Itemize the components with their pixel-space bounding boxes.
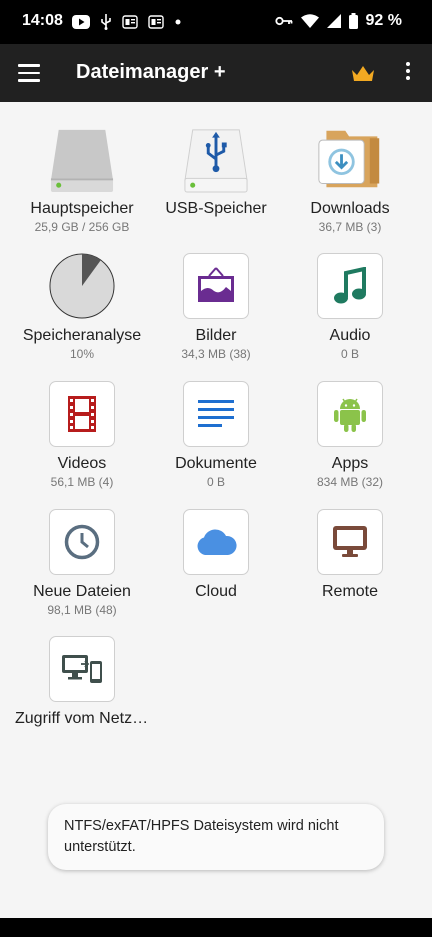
tile-sublabel: 56,1 MB (4) [50, 475, 114, 489]
tile-label: Apps [331, 455, 369, 472]
tile-sublabel: 10% [69, 347, 95, 361]
pc-to-phone-icon [49, 636, 115, 702]
tile-label: Videos [57, 455, 107, 472]
app-bar: Dateimanager + [0, 44, 432, 102]
tile-sublabel: 36,7 MB (3) [318, 220, 382, 234]
tile-sublabel: 25,9 GB / 256 GB [34, 220, 130, 234]
youtube-icon [72, 15, 90, 29]
pie-chart-icon [49, 253, 115, 319]
tile-sublabel [15, 730, 149, 745]
tile-usb-storage[interactable]: USB-Speicher [149, 126, 283, 235]
tile-recent-files[interactable]: Neue Dateien 98,1 MB (48) [15, 509, 149, 618]
crown-icon[interactable] [350, 62, 376, 84]
tile-audio[interactable]: Audio 0 B [283, 253, 417, 362]
overflow-menu-button[interactable] [400, 62, 416, 84]
tile-label: Hauptspeicher [30, 200, 134, 217]
system-icons: 92 % [274, 12, 402, 30]
status-bar: 14:08 92 % [0, 0, 432, 44]
downloads-folder-icon [317, 126, 383, 192]
tile-network-access[interactable]: Zugriff vom Netzwerk [15, 636, 149, 745]
tile-remote[interactable]: Remote [283, 509, 417, 618]
battery-icon [348, 13, 358, 29]
usb-drive-icon [183, 126, 249, 193]
document-lines-icon [183, 381, 249, 447]
film-strip-icon [49, 381, 115, 447]
wifi-icon [300, 14, 319, 28]
tile-label: Dokumente [175, 455, 257, 472]
signal-icon [326, 14, 341, 28]
usb-icon [101, 14, 111, 30]
tile-downloads[interactable]: Downloads 36,7 MB (3) [283, 126, 417, 235]
tile-sublabel [149, 220, 283, 235]
status-time: 14:08 [22, 12, 63, 29]
news-icon [122, 15, 138, 29]
menu-button[interactable] [18, 64, 40, 82]
navigation-bar [0, 918, 432, 937]
tile-sublabel [283, 603, 417, 618]
tile-main-storage[interactable]: Hauptspeicher 25,9 GB / 256 GB [15, 126, 149, 235]
tile-label: Remote [321, 583, 379, 600]
monitor-icon [317, 509, 383, 575]
more-notifications-dot-icon [175, 19, 181, 25]
tile-label: Downloads [310, 200, 390, 217]
tile-sublabel: 0 B [340, 347, 359, 361]
tile-label: Cloud [195, 583, 237, 600]
tile-label: USB-Speicher [165, 200, 267, 217]
tile-apps[interactable]: Apps 834 MB (32) [283, 381, 417, 490]
tile-sublabel: 834 MB (32) [316, 475, 384, 489]
battery-percent: 92 % [365, 12, 402, 29]
news-icon-2 [148, 15, 164, 29]
tile-cloud[interactable]: Cloud [149, 509, 283, 618]
app-title: Dateimanager + [76, 61, 226, 83]
cloud-icon [183, 509, 249, 575]
music-note-icon [317, 253, 383, 319]
tile-label: Zugriff vom Netzwerk [15, 710, 149, 727]
tile-documents[interactable]: Dokumente 0 B [149, 381, 283, 490]
tile-images[interactable]: Bilder 34,3 MB (38) [149, 253, 283, 362]
tile-sublabel: 34,3 MB (38) [181, 347, 251, 361]
clock-icon [49, 509, 115, 575]
tile-sublabel: 98,1 MB (48) [47, 603, 117, 617]
hard-drive-icon [49, 126, 115, 192]
tile-sublabel: 0 B [206, 475, 225, 489]
key-icon [274, 16, 292, 26]
tile-label: Bilder [195, 327, 237, 344]
tile-label: Audio [329, 327, 371, 344]
tile-storage-analysis[interactable]: Speicheranalyse 10% [15, 253, 149, 362]
notification-icons [72, 14, 182, 30]
tile-videos[interactable]: Videos 56,1 MB (4) [15, 381, 149, 490]
tile-label: Speicheranalyse [22, 327, 142, 344]
tile-sublabel [149, 603, 283, 618]
toast-message: NTFS/exFAT/HPFS Dateisystem wird nicht u… [48, 804, 384, 870]
android-icon [317, 381, 383, 447]
image-frame-icon [183, 253, 249, 319]
tile-label: Neue Dateien [33, 583, 131, 600]
